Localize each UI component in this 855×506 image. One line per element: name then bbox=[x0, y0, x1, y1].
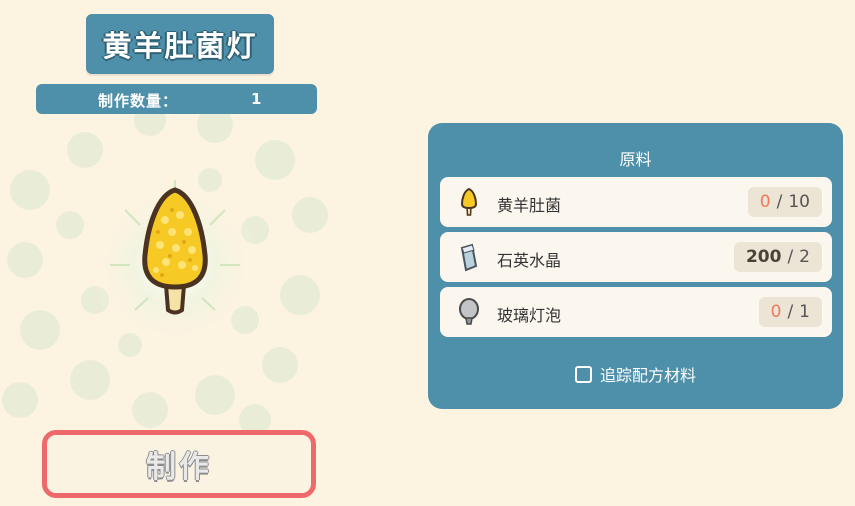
track-label: 追踪配方材料 bbox=[599, 366, 696, 385]
material-need: 2 bbox=[799, 247, 810, 267]
material-count: 0/10 bbox=[747, 187, 822, 217]
material-have: 200 bbox=[745, 247, 782, 267]
material-row-bulb[interactable]: 玻璃灯泡 0/1 bbox=[440, 287, 832, 337]
track-recipe-toggle[interactable]: 追踪配方材料 bbox=[428, 362, 843, 386]
recipe-title-plate: 黄羊肚菌灯 bbox=[86, 14, 274, 74]
material-row-morel[interactable]: 黄羊肚菌 0/10 bbox=[440, 177, 832, 227]
materials-header: 原料 bbox=[619, 150, 652, 169]
morel-mushroom-icon bbox=[460, 187, 478, 216]
material-name: 石英水晶 bbox=[497, 251, 562, 270]
material-have: 0 bbox=[759, 192, 771, 212]
material-need: 10 bbox=[788, 192, 810, 212]
quantity-bar: 制作数量： 1 bbox=[36, 84, 317, 114]
material-row-quartz[interactable]: 石英水晶 200/2 bbox=[440, 232, 832, 282]
craft-button-label: 制作 bbox=[146, 450, 212, 485]
quartz-crystal-icon bbox=[460, 243, 478, 272]
material-name: 玻璃灯泡 bbox=[497, 306, 562, 325]
recipe-title: 黄羊肚菌灯 bbox=[102, 29, 258, 63]
quantity-label: 制作数量： bbox=[98, 92, 179, 110]
craft-button[interactable]: 制作 bbox=[42, 430, 316, 498]
track-checkbox[interactable] bbox=[574, 365, 592, 383]
quantity-value: 1 bbox=[251, 90, 262, 108]
material-name: 黄羊肚菌 bbox=[497, 196, 562, 215]
material-count: 0/1 bbox=[758, 297, 822, 327]
material-need: 1 bbox=[799, 302, 810, 322]
materials-panel: 原料 黄羊肚菌 0/10 石英水晶 200/2 玻璃灯泡 0/1 追踪配方材料 bbox=[428, 123, 843, 409]
material-count: 200/2 bbox=[733, 242, 822, 272]
morel-mushroom-lamp-icon bbox=[110, 180, 240, 315]
glass-bulb-icon bbox=[459, 298, 479, 325]
material-have: 0 bbox=[770, 302, 782, 322]
